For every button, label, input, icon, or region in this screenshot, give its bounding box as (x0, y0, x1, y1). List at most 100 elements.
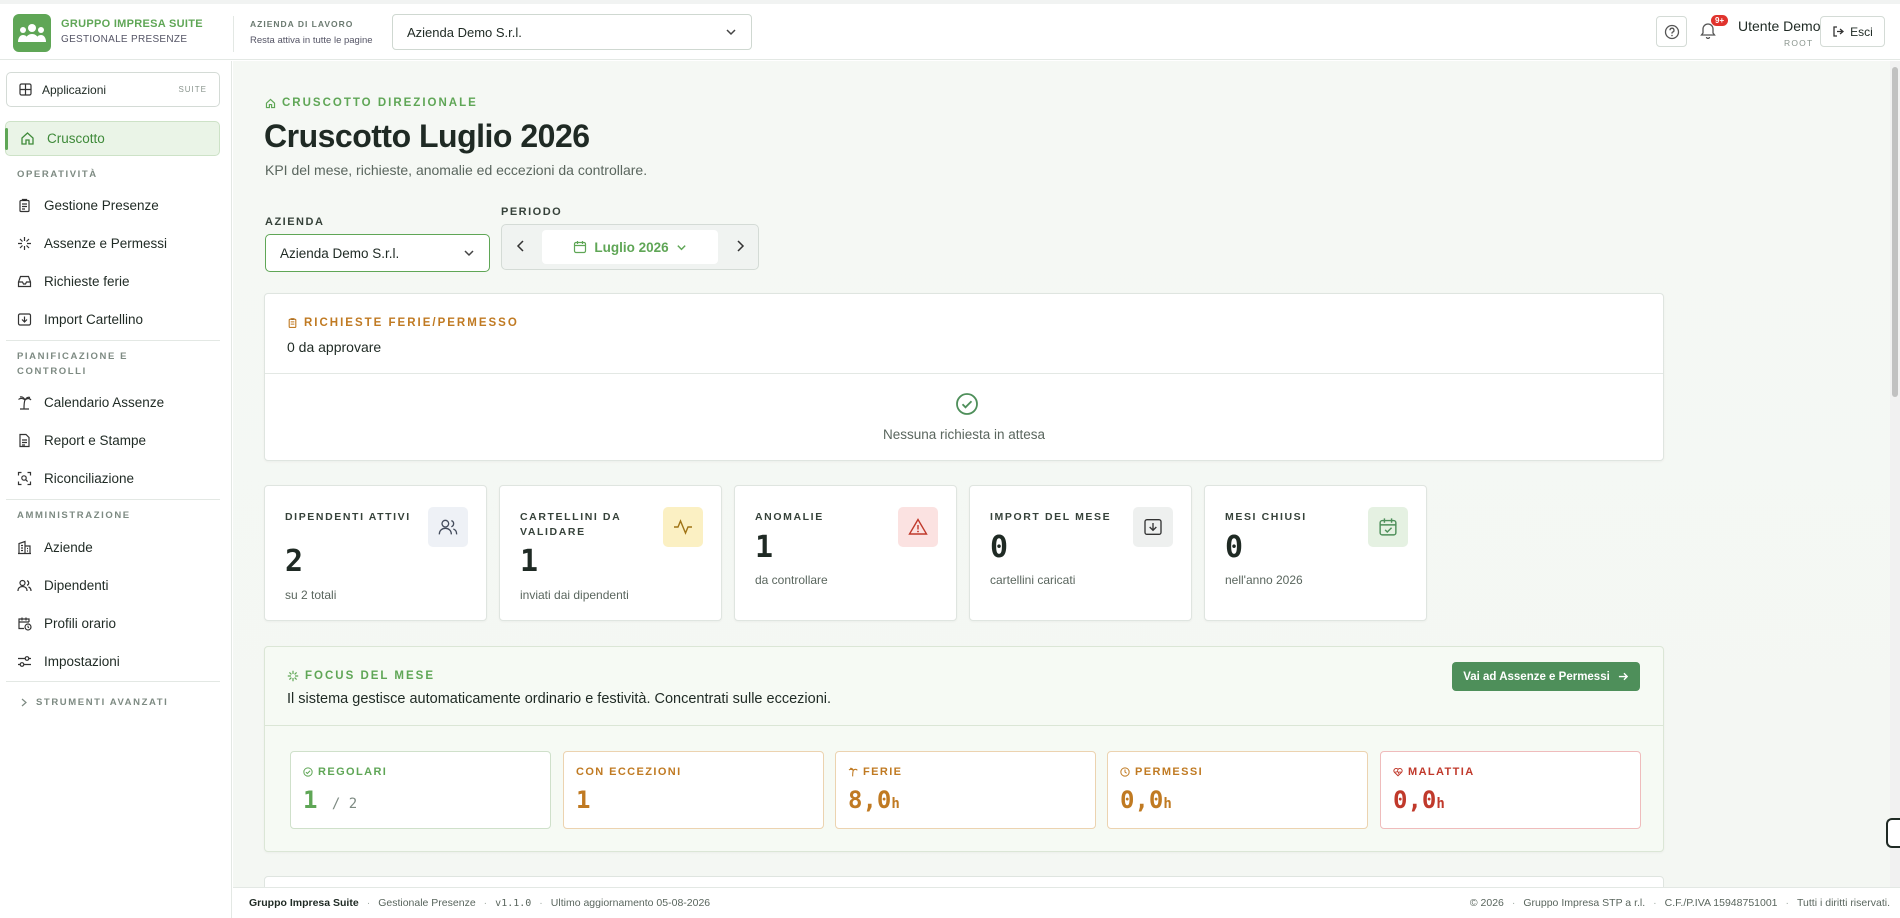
sidebar-item-assenze-permessi[interactable]: Assenze e Permessi (17, 231, 217, 255)
clipboard-icon (17, 198, 32, 213)
stat-card-con-eccezioni[interactable]: CON ECCEZIONI 1 (563, 751, 824, 829)
stat-label-text: MALATTIA (1408, 766, 1475, 778)
stat-label: MALATTIA (1393, 766, 1475, 778)
kpi-card-mesi-chiusi[interactable]: MESI CHIUSI 0 nell'anno 2026 (1204, 485, 1427, 621)
page-subtitle: KPI del mese, richieste, anomalie ed ecc… (265, 162, 648, 178)
stat-value: 1 / 2 (303, 786, 357, 814)
document-icon (17, 433, 32, 448)
sidebar-item-label: Richieste ferie (44, 273, 130, 289)
footer-vat: C.F./P.IVA 15948751001 (1664, 897, 1778, 909)
go-to-absences-button[interactable]: Vai ad Assenze e Permessi (1452, 662, 1640, 691)
chevron-down-icon (463, 247, 475, 259)
kpi-card-dipendenti[interactable]: DIPENDENTI ATTIVI 2 su 2 totali (264, 485, 487, 621)
applications-tag: SUITE (178, 85, 207, 94)
company-label: AZIENDA DI LAVORO (250, 19, 354, 29)
kpi-value: 1 (755, 530, 774, 565)
sidebar-item-riconciliazione[interactable]: Riconciliazione (17, 466, 217, 490)
stat-value-unit: h (1436, 796, 1445, 812)
sidebar-item-dipendenti[interactable]: Dipendenti (17, 573, 217, 597)
stat-value: 0,0h (1120, 786, 1172, 814)
period-picker: Luglio 2026 (501, 224, 759, 270)
stat-label: FERIE (848, 766, 902, 778)
footer-copyright: © 2026 (1469, 897, 1504, 909)
stat-value-number: 1 (303, 786, 318, 814)
sidebar-item-label: Import Cartellino (44, 311, 144, 327)
kpi-label: IMPORT DEL MESE (990, 511, 1112, 523)
stat-value: 1 (576, 786, 590, 814)
home-icon (20, 131, 35, 146)
kpi-card-anomalie[interactable]: ANOMALIE 1 da controllare (734, 485, 957, 621)
footer-right: © 2026 · Gruppo Impresa STP a r.l. · C.F… (1470, 897, 1890, 909)
kpi-sub: cartellini caricati (990, 573, 1076, 587)
stat-card-ferie[interactable]: FERIE 8,0h (835, 751, 1096, 829)
sidebar-item-label: Report e Stampe (44, 432, 147, 448)
logout-button[interactable]: Esci (1820, 16, 1885, 47)
group-logo-icon[interactable] (13, 14, 51, 52)
prev-month-button[interactable] (516, 239, 526, 253)
sidebar-item-calendario-assenze[interactable]: Calendario Assenze (17, 390, 217, 414)
help-button[interactable] (1656, 16, 1687, 47)
applications-label: Applicazioni (42, 82, 107, 97)
sparkle-icon (287, 670, 299, 682)
advanced-tools-label: STRUMENTI AVANZATI (36, 697, 169, 708)
sidebar-item-gestione-presenze[interactable]: Gestione Presenze (17, 193, 217, 217)
calendar-icon (574, 241, 587, 254)
filter-company-select[interactable]: Azienda Demo S.r.l. (265, 234, 490, 272)
requests-count: 0 da approvare (287, 339, 382, 355)
users-icon (17, 578, 32, 593)
applications-button[interactable]: Applicazioni SUITE (6, 72, 220, 107)
kpi-sub: inviati dai dipendenti (520, 588, 629, 602)
chevron-down-icon (725, 26, 737, 38)
sidebar-item-cruscotto[interactable]: Cruscotto (5, 121, 220, 156)
brand-subtitle: GESTIONALE PRESENZE (61, 34, 188, 45)
sparkle-icon (17, 236, 32, 251)
sidebar-item-label: Cruscotto (47, 131, 105, 146)
stat-card-permessi[interactable]: PERMESSI 0,0h (1107, 751, 1368, 829)
side-widget-tab[interactable] (1886, 818, 1900, 848)
user-role: ROOT (1784, 38, 1814, 48)
stat-label-text: REGOLARI (318, 766, 388, 778)
scan-search-icon (17, 471, 32, 486)
section-amministrazione: AMMINISTRAZIONE (17, 510, 131, 521)
filter-company-value: Azienda Demo S.r.l. (280, 245, 400, 261)
stat-card-regolari[interactable]: REGOLARI 1 / 2 (290, 751, 551, 829)
stat-label: REGOLARI (303, 766, 387, 778)
scrollbar-thumb[interactable] (1892, 67, 1898, 397)
requests-empty-state: Nessuna richiesta in attesa (882, 427, 1046, 442)
sidebar-item-profili-orario[interactable]: Profili orario (17, 611, 217, 635)
main-content: CRUSCOTTO DIREZIONALE Cruscotto Luglio 2… (233, 61, 1890, 887)
sidebar-item-richieste-ferie[interactable]: Richieste ferie (17, 269, 217, 293)
page-eyebrow: CRUSCOTTO DIREZIONALE (265, 97, 478, 109)
chevron-right-icon (21, 698, 27, 707)
footer-updated: Ultimo aggiornamento 05-08-2026 (550, 897, 711, 909)
sidebar-item-report-stampe[interactable]: Report e Stampe (17, 428, 217, 452)
next-month-button[interactable] (735, 239, 745, 253)
focus-card: FOCUS DEL MESE Il sistema gestisce autom… (264, 646, 1664, 852)
kpi-label: MESI CHIUSI (1225, 511, 1307, 523)
sidebar-divider (6, 681, 220, 682)
grid-icon (19, 83, 32, 96)
stat-value-number: 8,0 (848, 786, 892, 814)
sidebar-item-import-cartellino[interactable]: Import Cartellino (17, 307, 217, 331)
stat-value-number: 0,0 (1393, 786, 1437, 814)
sidebar-item-impostazioni[interactable]: Impostazioni (17, 649, 217, 673)
alert-triangle-icon (898, 507, 938, 547)
main-scrollbar[interactable] (1890, 61, 1900, 887)
footer-rights: Tutti i diritti riservati. (1797, 897, 1890, 909)
kpi-value: 0 (1225, 530, 1244, 565)
company-select[interactable]: Azienda Demo S.r.l. (392, 14, 752, 50)
advanced-tools-toggle[interactable]: STRUMENTI AVANZATI (20, 697, 168, 708)
sidebar-item-label: Gestione Presenze (44, 197, 159, 213)
stat-label: CON ECCEZIONI (576, 766, 682, 778)
stat-card-malattia[interactable]: MALATTIA 0,0h (1380, 751, 1641, 829)
notifications-badge: 9+ (1711, 15, 1729, 26)
stat-value-unit: h (1163, 796, 1172, 812)
sidebar-item-aziende[interactable]: Aziende (17, 535, 217, 559)
user-name[interactable]: Utente Demo (1738, 18, 1820, 34)
kpi-card-import[interactable]: IMPORT DEL MESE 0 cartellini caricati (969, 485, 1192, 621)
section-pianificazione: PIANIFICAZIONE E CONTROLLI (17, 351, 129, 377)
period-select[interactable]: Luglio 2026 (542, 230, 718, 264)
stat-label-text: CON ECCEZIONI (576, 766, 682, 778)
kpi-card-cartellini[interactable]: CARTELLINI DA VALIDARE 1 inviati dai dip… (499, 485, 722, 621)
footer-module: Gestionale Presenze (378, 897, 476, 909)
